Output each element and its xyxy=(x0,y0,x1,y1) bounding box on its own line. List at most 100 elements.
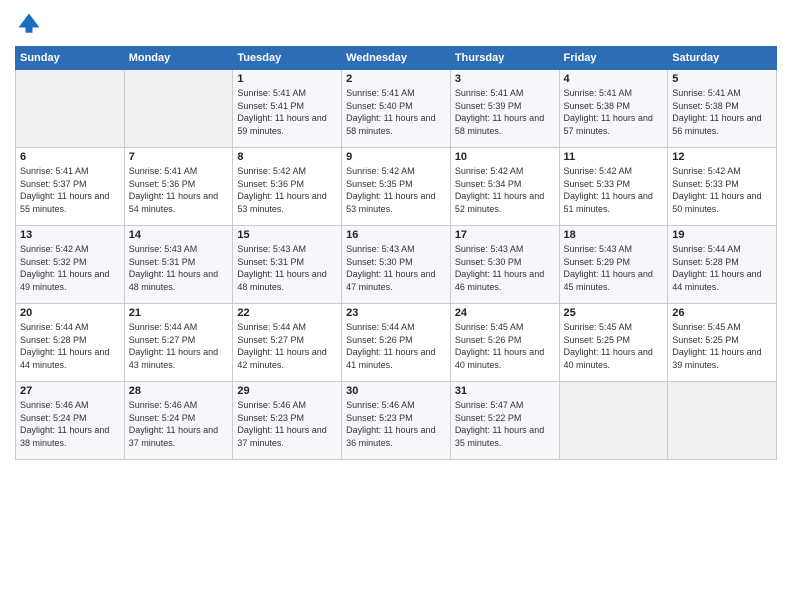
day-info: Sunrise: 5:45 AM Sunset: 5:25 PM Dayligh… xyxy=(564,321,664,371)
day-of-week-header: Sunday xyxy=(16,47,125,70)
logo-icon xyxy=(15,10,43,38)
calendar-cell: 13Sunrise: 5:42 AM Sunset: 5:32 PM Dayli… xyxy=(16,226,125,304)
day-number: 31 xyxy=(455,385,555,397)
calendar-cell: 29 Sunrise: 5:46 AM Sunset: 5:23 PM Dayli… xyxy=(233,382,342,460)
day-info: Sunrise: 5:47 AM Sunset: 5:22 PM Dayligh… xyxy=(455,399,555,449)
calendar-cell xyxy=(668,382,777,460)
calendar-cell: 8Sunrise: 5:42 AM Sunset: 5:36 PM Daylig… xyxy=(233,148,342,226)
calendar-cell: 19 Sunrise: 5:44 AM Sunset: 5:28 PM Dayli… xyxy=(668,226,777,304)
day-number: 28 xyxy=(129,385,229,397)
calendar-cell: 5 Sunrise: 5:41 AM Sunset: 5:38 PM Daylig… xyxy=(668,70,777,148)
day-info: Sunrise: 5:46 AM Sunset: 5:24 PM Dayligh… xyxy=(129,399,229,449)
calendar-cell xyxy=(16,70,125,148)
header-row: SundayMondayTuesdayWednesdayThursdayFrid… xyxy=(16,47,777,70)
day-info: Sunrise: 5:41 AM Sunset: 5:38 PM Dayligh… xyxy=(672,87,772,137)
calendar-cell: 24 Sunrise: 5:45 AM Sunset: 5:26 PM Dayli… xyxy=(450,304,559,382)
day-info: Sunrise: 5:44 AM Sunset: 5:28 PM Dayligh… xyxy=(672,243,772,293)
day-info: Sunrise: 5:46 AM Sunset: 5:24 PM Dayligh… xyxy=(20,399,120,449)
day-number: 15 xyxy=(237,229,337,241)
calendar-cell xyxy=(559,382,668,460)
day-info: Sunrise: 5:44 AM Sunset: 5:27 PM Dayligh… xyxy=(129,321,229,371)
day-info: Sunrise: 5:45 AM Sunset: 5:25 PM Dayligh… xyxy=(672,321,772,371)
calendar-cell: 26 Sunrise: 5:45 AM Sunset: 5:25 PM Dayli… xyxy=(668,304,777,382)
day-number: 8 xyxy=(237,151,337,163)
day-number: 11 xyxy=(564,151,664,163)
day-of-week-header: Wednesday xyxy=(342,47,451,70)
calendar-cell: 18 Sunrise: 5:43 AM Sunset: 5:29 PM Dayli… xyxy=(559,226,668,304)
day-info: Sunrise: 5:44 AM Sunset: 5:26 PM Dayligh… xyxy=(346,321,446,371)
day-info: Sunrise: 5:42 AM Sunset: 5:33 PM Dayligh… xyxy=(564,165,664,215)
day-number: 25 xyxy=(564,307,664,319)
day-number: 27 xyxy=(20,385,120,397)
day-info: Sunrise: 5:42 AM Sunset: 5:33 PM Dayligh… xyxy=(672,165,772,215)
day-number: 4 xyxy=(564,73,664,85)
day-number: 6 xyxy=(20,151,120,163)
day-info: Sunrise: 5:41 AM Sunset: 5:37 PM Dayligh… xyxy=(20,165,120,215)
day-number: 1 xyxy=(237,73,337,85)
day-info: Sunrise: 5:43 AM Sunset: 5:30 PM Dayligh… xyxy=(346,243,446,293)
calendar-cell: 21Sunrise: 5:44 AM Sunset: 5:27 PM Dayli… xyxy=(124,304,233,382)
calendar-cell: 28 Sunrise: 5:46 AM Sunset: 5:24 PM Dayli… xyxy=(124,382,233,460)
calendar-cell xyxy=(124,70,233,148)
day-of-week-header: Tuesday xyxy=(233,47,342,70)
day-info: Sunrise: 5:41 AM Sunset: 5:36 PM Dayligh… xyxy=(129,165,229,215)
calendar-cell: 4 Sunrise: 5:41 AM Sunset: 5:38 PM Daylig… xyxy=(559,70,668,148)
day-number: 23 xyxy=(346,307,446,319)
day-number: 14 xyxy=(129,229,229,241)
calendar-cell: 6 Sunrise: 5:41 AM Sunset: 5:37 PM Daylig… xyxy=(16,148,125,226)
day-info: Sunrise: 5:42 AM Sunset: 5:34 PM Dayligh… xyxy=(455,165,555,215)
day-of-week-header: Thursday xyxy=(450,47,559,70)
day-info: Sunrise: 5:41 AM Sunset: 5:41 PM Dayligh… xyxy=(237,87,337,137)
calendar-cell: 23 Sunrise: 5:44 AM Sunset: 5:26 PM Dayli… xyxy=(342,304,451,382)
day-info: Sunrise: 5:44 AM Sunset: 5:28 PM Dayligh… xyxy=(20,321,120,371)
day-number: 12 xyxy=(672,151,772,163)
day-of-week-header: Saturday xyxy=(668,47,777,70)
calendar-cell: 2Sunrise: 5:41 AM Sunset: 5:40 PM Daylig… xyxy=(342,70,451,148)
calendar-cell: 27 Sunrise: 5:46 AM Sunset: 5:24 PM Dayli… xyxy=(16,382,125,460)
day-info: Sunrise: 5:43 AM Sunset: 5:29 PM Dayligh… xyxy=(564,243,664,293)
calendar-cell: 17Sunrise: 5:43 AM Sunset: 5:30 PM Dayli… xyxy=(450,226,559,304)
day-number: 24 xyxy=(455,307,555,319)
calendar-cell: 30 Sunrise: 5:46 AM Sunset: 5:23 PM Dayli… xyxy=(342,382,451,460)
calendar-cell: 20 Sunrise: 5:44 AM Sunset: 5:28 PM Dayli… xyxy=(16,304,125,382)
day-number: 10 xyxy=(455,151,555,163)
day-number: 26 xyxy=(672,307,772,319)
calendar-cell: 1 Sunrise: 5:41 AM Sunset: 5:41 PM Daylig… xyxy=(233,70,342,148)
calendar-cell: 12 Sunrise: 5:42 AM Sunset: 5:33 PM Dayli… xyxy=(668,148,777,226)
calendar-week-row: 13Sunrise: 5:42 AM Sunset: 5:32 PM Dayli… xyxy=(16,226,777,304)
day-info: Sunrise: 5:45 AM Sunset: 5:26 PM Dayligh… xyxy=(455,321,555,371)
day-info: Sunrise: 5:41 AM Sunset: 5:38 PM Dayligh… xyxy=(564,87,664,137)
calendar-cell: 11 Sunrise: 5:42 AM Sunset: 5:33 PM Dayli… xyxy=(559,148,668,226)
calendar-cell: 16 Sunrise: 5:43 AM Sunset: 5:30 PM Dayli… xyxy=(342,226,451,304)
day-info: Sunrise: 5:46 AM Sunset: 5:23 PM Dayligh… xyxy=(237,399,337,449)
calendar-week-row: 6 Sunrise: 5:41 AM Sunset: 5:37 PM Daylig… xyxy=(16,148,777,226)
calendar-cell: 10 Sunrise: 5:42 AM Sunset: 5:34 PM Dayli… xyxy=(450,148,559,226)
day-number: 16 xyxy=(346,229,446,241)
day-info: Sunrise: 5:43 AM Sunset: 5:31 PM Dayligh… xyxy=(237,243,337,293)
day-of-week-header: Friday xyxy=(559,47,668,70)
day-number: 20 xyxy=(20,307,120,319)
day-info: Sunrise: 5:43 AM Sunset: 5:30 PM Dayligh… xyxy=(455,243,555,293)
day-number: 13 xyxy=(20,229,120,241)
day-info: Sunrise: 5:41 AM Sunset: 5:39 PM Dayligh… xyxy=(455,87,555,137)
day-number: 7 xyxy=(129,151,229,163)
day-number: 29 xyxy=(237,385,337,397)
day-number: 2 xyxy=(346,73,446,85)
day-number: 5 xyxy=(672,73,772,85)
day-number: 30 xyxy=(346,385,446,397)
day-number: 18 xyxy=(564,229,664,241)
calendar-cell: 25 Sunrise: 5:45 AM Sunset: 5:25 PM Dayli… xyxy=(559,304,668,382)
calendar-cell: 31 Sunrise: 5:47 AM Sunset: 5:22 PM Dayli… xyxy=(450,382,559,460)
day-info: Sunrise: 5:46 AM Sunset: 5:23 PM Dayligh… xyxy=(346,399,446,449)
day-info: Sunrise: 5:42 AM Sunset: 5:35 PM Dayligh… xyxy=(346,165,446,215)
day-number: 19 xyxy=(672,229,772,241)
day-number: 3 xyxy=(455,73,555,85)
calendar-cell: 15 Sunrise: 5:43 AM Sunset: 5:31 PM Dayli… xyxy=(233,226,342,304)
calendar-table: SundayMondayTuesdayWednesdayThursdayFrid… xyxy=(15,46,777,460)
header xyxy=(15,10,777,38)
calendar-cell: 7 Sunrise: 5:41 AM Sunset: 5:36 PM Daylig… xyxy=(124,148,233,226)
calendar-week-row: 20 Sunrise: 5:44 AM Sunset: 5:28 PM Dayli… xyxy=(16,304,777,382)
day-of-week-header: Monday xyxy=(124,47,233,70)
calendar-cell: 3 Sunrise: 5:41 AM Sunset: 5:39 PM Daylig… xyxy=(450,70,559,148)
page: SundayMondayTuesdayWednesdayThursdayFrid… xyxy=(0,0,792,612)
